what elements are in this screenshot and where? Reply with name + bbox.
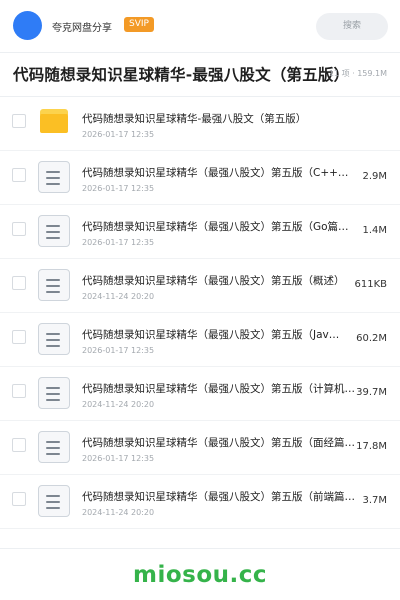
- document-icon: [38, 377, 70, 409]
- footer-divider: [0, 548, 400, 549]
- file-size: 2.9M: [362, 171, 387, 182]
- watermark-text: miosou.cc: [132, 562, 268, 588]
- file-name: 代码随想录知识星球精华（最强八股文）第五版（计算机…: [82, 383, 355, 395]
- list-item[interactable]: 代码随想录知识星球精华（最强八股文）第五版（Go篇… 2026-01-17 12…: [0, 205, 400, 259]
- file-date: 2026-01-17 12:35: [82, 184, 155, 193]
- file-date: 2024-11-24 20:20: [82, 292, 155, 301]
- row-divider: [0, 528, 400, 529]
- search-button[interactable]: 搜索: [316, 13, 388, 40]
- file-name: 代码随想录知识星球精华（最强八股文）第五版（C++…: [82, 167, 349, 179]
- folder-meta: 11 项 · 159.1M: [328, 69, 387, 78]
- list-item[interactable]: 代码随想录知识星球精华（最强八股文）第五版（面经篇… 2026-01-17 12…: [0, 421, 400, 475]
- app-name: 夸克网盘分享: [52, 23, 112, 34]
- document-icon: [38, 161, 70, 193]
- row-checkbox[interactable]: [12, 438, 26, 452]
- row-checkbox[interactable]: [12, 114, 26, 128]
- list-item[interactable]: 代码随想录知识星球精华（最强八股文）第五版（C++… 2026-01-17 12…: [0, 151, 400, 205]
- file-date: 2026-01-17 12:35: [82, 346, 155, 355]
- file-size: 39.7M: [356, 387, 387, 398]
- file-name: 代码随想录知识星球精华（最强八股文）第五版（Jav…: [82, 329, 340, 341]
- file-size: 60.2M: [356, 333, 387, 344]
- header-bar: 夸克网盘分享 SVIP 搜索: [0, 0, 400, 52]
- file-date: 2026-01-17 12:35: [82, 454, 155, 463]
- document-icon: [38, 215, 70, 247]
- file-name: 代码随想录知识星球精华（最强八股文）第五版（面经篇…: [82, 437, 355, 449]
- document-icon: [38, 323, 70, 355]
- list-item[interactable]: 代码随想录知识星球精华（最强八股文）第五版（计算机… 2024-11-24 20…: [0, 367, 400, 421]
- row-checkbox[interactable]: [12, 168, 26, 182]
- file-size: 3.7M: [362, 495, 387, 506]
- document-icon: [38, 431, 70, 463]
- file-size: 1.4M: [362, 225, 387, 236]
- document-icon: [38, 269, 70, 301]
- list-item[interactable]: 代码随想录知识星球精华（最强八股文）第五版（Jav… 2026-01-17 12…: [0, 313, 400, 367]
- avatar[interactable]: [13, 11, 42, 40]
- file-name: 代码随想录知识星球精华-最强八股文（第五版）: [82, 113, 307, 125]
- file-date: 2026-01-17 12:35: [82, 238, 155, 247]
- list-item[interactable]: 代码随想录知识星球精华（最强八股文）第五版（概述） 2024-11-24 20:…: [0, 259, 400, 313]
- row-checkbox[interactable]: [12, 384, 26, 398]
- row-checkbox[interactable]: [12, 222, 26, 236]
- file-size: 611KB: [354, 279, 387, 290]
- row-checkbox[interactable]: [12, 276, 26, 290]
- folder-icon: [38, 107, 70, 139]
- file-date: 2024-11-24 20:20: [82, 400, 155, 409]
- svip-badge[interactable]: SVIP: [124, 17, 154, 32]
- share-page: 夸克网盘分享 SVIP 搜索 代码随想录知识星球精华-最强八股文（第五版） 11…: [0, 0, 400, 600]
- document-icon: [38, 485, 70, 517]
- file-size: 17.8M: [356, 441, 387, 452]
- page-title: 代码随想录知识星球精华-最强八股文（第五版）: [13, 66, 350, 84]
- folder-title-row: 代码随想录知识星球精华-最强八股文（第五版） 11 项 · 159.1M: [0, 53, 400, 97]
- file-name: 代码随想录知识星球精华（最强八股文）第五版（Go篇…: [82, 221, 349, 233]
- file-list: 代码随想录知识星球精华-最强八股文（第五版） 2026-01-17 12:35 …: [0, 97, 400, 529]
- row-checkbox[interactable]: [12, 492, 26, 506]
- file-date: 2024-11-24 20:20: [82, 508, 155, 517]
- file-date: 2026-01-17 12:35: [82, 130, 155, 139]
- file-name: 代码随想录知识星球精华（最强八股文）第五版（概述）: [82, 275, 345, 287]
- list-item[interactable]: 代码随想录知识星球精华-最强八股文（第五版） 2026-01-17 12:35: [0, 97, 400, 151]
- row-checkbox[interactable]: [12, 330, 26, 344]
- list-item[interactable]: 代码随想录知识星球精华（最强八股文）第五版（前端篇… 2024-11-24 20…: [0, 475, 400, 529]
- file-name: 代码随想录知识星球精华（最强八股文）第五版（前端篇…: [82, 491, 355, 503]
